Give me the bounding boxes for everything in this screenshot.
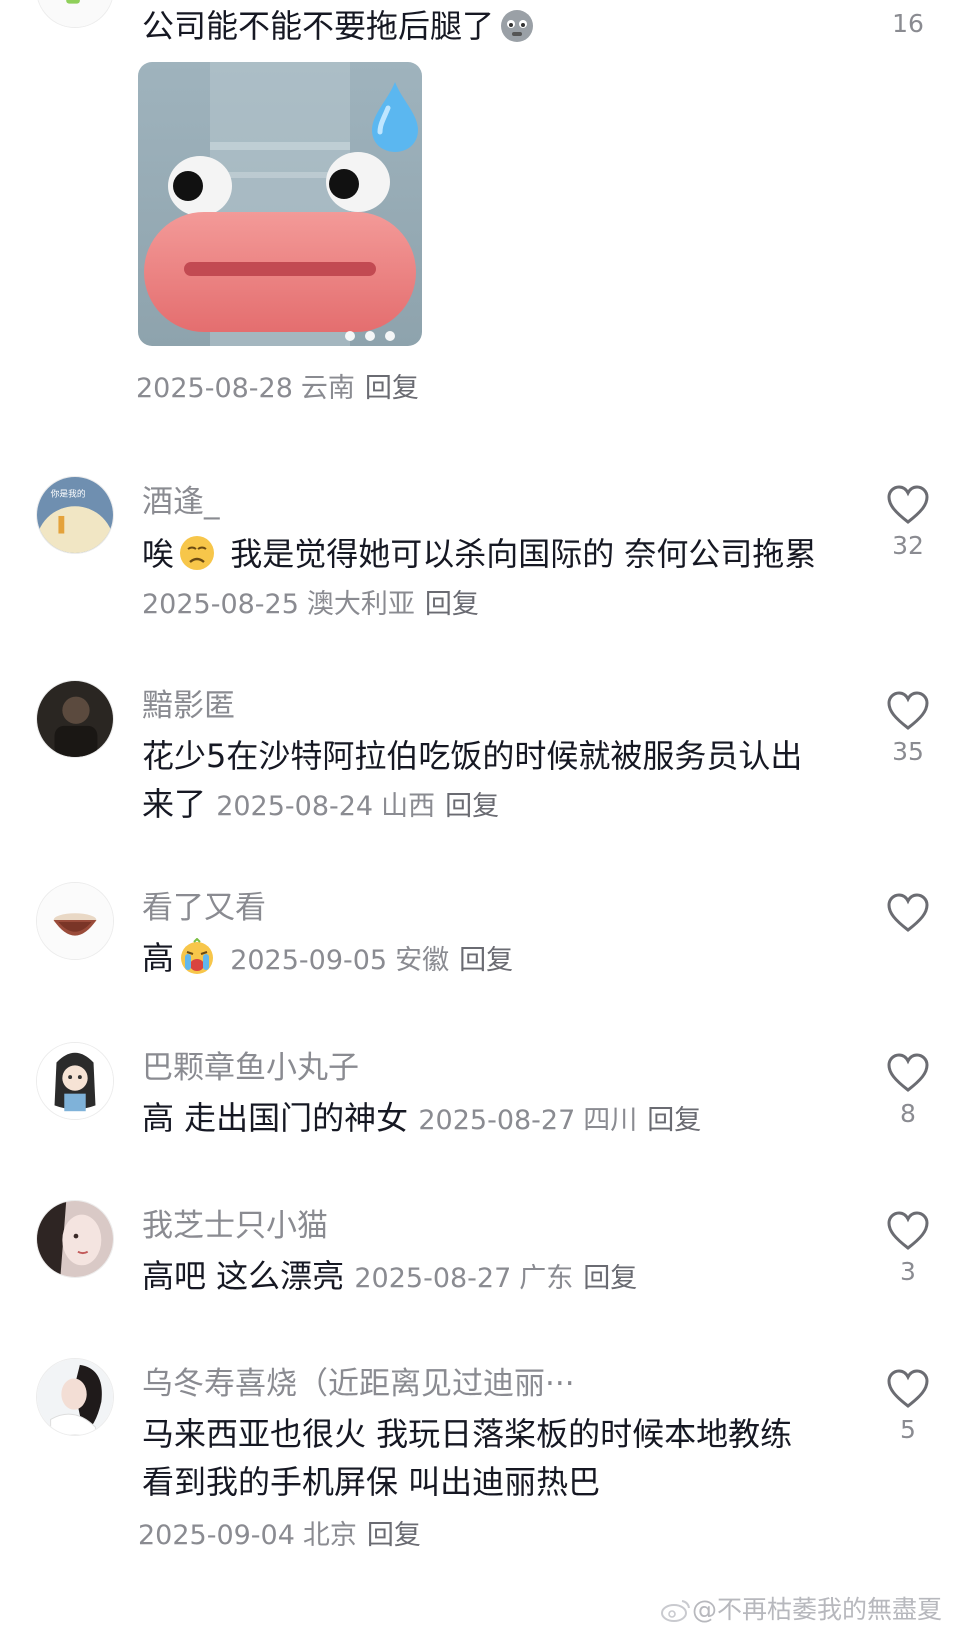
avatar[interactable] bbox=[36, 1358, 114, 1436]
like-button[interactable]: 32 bbox=[880, 484, 936, 560]
weibo-logo-icon bbox=[660, 1600, 690, 1622]
comment-text: 公司能不能不要拖后腿了 bbox=[142, 2, 822, 50]
comment-date: 2025-09-04 bbox=[138, 1520, 295, 1551]
heart-outline-icon bbox=[887, 1211, 929, 1250]
crying-face-emoji bbox=[181, 938, 214, 974]
heart-outline-icon bbox=[887, 691, 929, 730]
like-button[interactable]: 8 bbox=[880, 1052, 936, 1128]
like-count bbox=[880, 940, 936, 968]
like-count: 8 bbox=[900, 1099, 916, 1128]
skull-face-emoji bbox=[501, 10, 534, 42]
sad-face-emoji bbox=[180, 536, 215, 570]
comment-text: 高 走出国门的神女 2025-08-27 四川 回复 bbox=[142, 1099, 702, 1137]
avatar[interactable] bbox=[36, 680, 114, 758]
heart-outline-icon bbox=[887, 485, 929, 524]
like-count: 16 bbox=[892, 9, 924, 38]
like-button[interactable]: 5 bbox=[880, 1368, 936, 1444]
comment-username[interactable]: 我芝士只小猫 bbox=[142, 1200, 328, 1245]
heart-outline-icon bbox=[887, 1369, 929, 1408]
heart-outline-icon bbox=[887, 893, 929, 932]
comment-text: 马来西亚也很火 我玩日落桨板的时候本地教练看到我的手机屏保 叫出迪丽热巴 202… bbox=[138, 1415, 793, 1551]
reply-button[interactable]: 回复 bbox=[425, 589, 479, 620]
comment-location: 安徽 bbox=[395, 945, 450, 976]
like-button[interactable]: 3 bbox=[880, 1210, 936, 1286]
comment-location: 四川 bbox=[583, 1105, 638, 1136]
comment-date: 2025-09-05 bbox=[230, 945, 388, 976]
comment-location: 澳大利亚 bbox=[306, 589, 415, 620]
reply-button[interactable]: 回复 bbox=[445, 791, 499, 822]
comment-text: 高吧 这么漂亮 2025-08-27 广东 回复 bbox=[142, 1257, 638, 1295]
reply-button[interactable]: 回复 bbox=[459, 945, 513, 976]
like-count: 3 bbox=[900, 1257, 916, 1286]
comment-username[interactable]: 巴颗章鱼小丸子 bbox=[142, 1042, 359, 1087]
comment-username[interactable]: 酒逢_ bbox=[142, 476, 220, 521]
sticker-image[interactable] bbox=[138, 62, 422, 346]
comment-username[interactable]: 乌冬寿喜烧（近距离见过迪丽··· bbox=[142, 1358, 575, 1403]
like-button[interactable]: 16 bbox=[880, 0, 936, 38]
comment-location: 山西 bbox=[381, 791, 436, 822]
comment-location: 广东 bbox=[519, 1263, 574, 1294]
avatar[interactable] bbox=[36, 0, 114, 28]
comment-location: 云南 bbox=[300, 373, 355, 404]
reply-button[interactable]: 回复 bbox=[647, 1105, 701, 1136]
comment-date: 2025-08-25 bbox=[142, 589, 299, 620]
like-button[interactable] bbox=[880, 892, 936, 968]
comment-text: 高 2025-09-05 安徽 回复 bbox=[142, 938, 514, 977]
comment-date: 2025-08-28 bbox=[136, 373, 293, 404]
avatar[interactable] bbox=[36, 1042, 114, 1120]
comment-meta: 2025-08-28 云南 回复 bbox=[136, 366, 419, 405]
like-button[interactable]: 35 bbox=[880, 690, 936, 766]
comment-date: 2025-08-24 bbox=[216, 791, 374, 822]
like-count: 32 bbox=[892, 531, 924, 560]
avatar[interactable]: 你是我的 bbox=[36, 476, 114, 554]
like-count: 35 bbox=[892, 737, 924, 766]
comment-date: 2025-08-27 bbox=[354, 1263, 512, 1294]
comment-username[interactable]: 看了又看 bbox=[142, 882, 266, 927]
comment-location: 北京 bbox=[302, 1520, 357, 1551]
svg-text:你是我的: 你是我的 bbox=[51, 487, 86, 499]
heart-outline-icon bbox=[887, 1053, 929, 1092]
comment-date: 2025-08-27 bbox=[418, 1105, 576, 1136]
comment-text: 花少5在沙特阿拉伯吃饭的时候就被服务员认出来了 2025-08-24 山西 回复 bbox=[142, 737, 803, 823]
watermark: @不再枯萎我的無盡夏 bbox=[660, 1590, 942, 1626]
reply-button[interactable]: 回复 bbox=[365, 373, 419, 404]
like-count: 5 bbox=[900, 1415, 916, 1444]
avatar[interactable] bbox=[36, 1200, 114, 1278]
reply-button[interactable]: 回复 bbox=[367, 1520, 421, 1551]
comment-username[interactable]: 黯影匿 bbox=[142, 680, 235, 725]
comment-text: 唉 我是觉得她可以杀向国际的 奈何公司拖累 2025-08-25 澳大利亚 回复 bbox=[142, 535, 817, 620]
avatar[interactable] bbox=[36, 882, 114, 960]
reply-button[interactable]: 回复 bbox=[583, 1263, 637, 1294]
